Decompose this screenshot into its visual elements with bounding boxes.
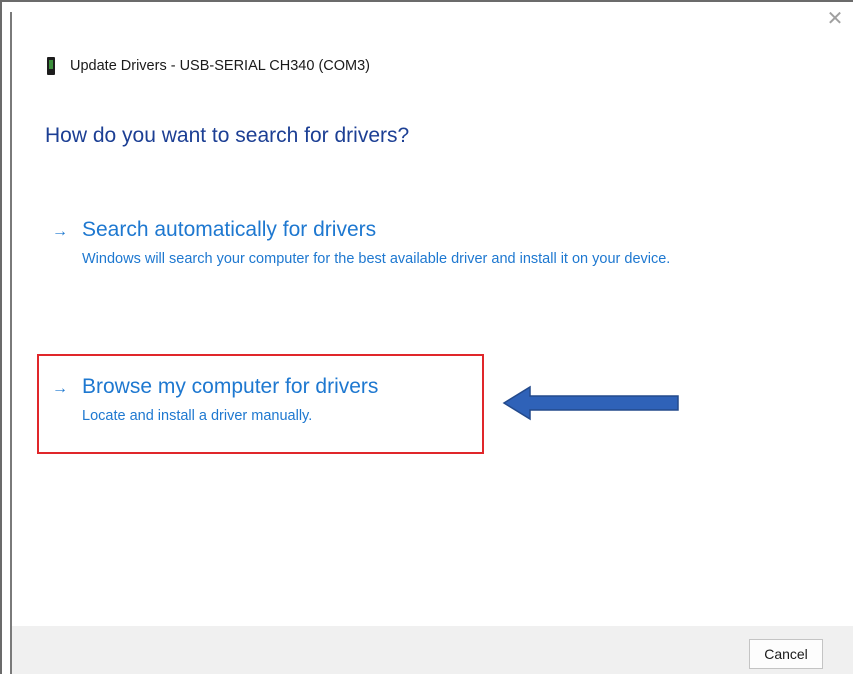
dialog-footer xyxy=(12,626,853,674)
page-heading: How do you want to search for drivers? xyxy=(45,124,410,147)
option-title[interactable]: Search automatically for drivers xyxy=(82,218,376,242)
option-title[interactable]: Browse my computer for drivers xyxy=(82,375,378,399)
close-icon[interactable]: ✕ xyxy=(823,8,847,30)
update-drivers-dialog: ✕ Update Drivers - USB-SERIAL CH340 (COM… xyxy=(0,0,853,674)
dialog-title: Update Drivers - USB-SERIAL CH340 (COM3) xyxy=(70,58,371,74)
option-description: Windows will search your computer for th… xyxy=(82,251,671,267)
dialog-title-row: Update Drivers - USB-SERIAL CH340 (COM3) xyxy=(46,56,370,76)
usb-device-icon xyxy=(46,57,56,75)
option-description: Locate and install a driver manually. xyxy=(82,408,313,424)
arrow-right-icon: → xyxy=(52,223,68,240)
window-left-edge xyxy=(10,12,12,674)
cancel-button[interactable]: Cancel xyxy=(749,639,823,669)
annotation-arrow-left-icon xyxy=(502,385,679,421)
browse-computer-option[interactable]: → Browse my computer for drivers Locate … xyxy=(52,375,472,428)
search-automatically-option[interactable]: → Search automatically for drivers Windo… xyxy=(52,218,732,271)
arrow-right-icon: → xyxy=(52,380,68,397)
